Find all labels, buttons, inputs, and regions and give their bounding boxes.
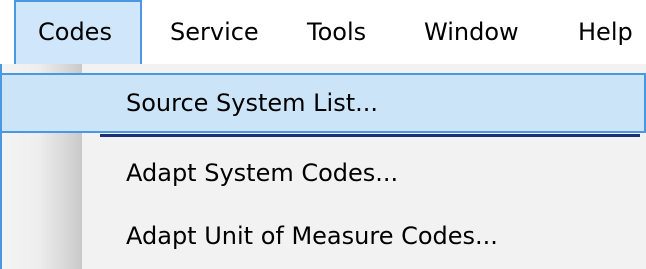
menu-help[interactable]: Help [578,0,633,64]
menu-separator [100,134,640,137]
menu-item-adapt-system-codes[interactable]: Adapt System Codes... [0,146,646,200]
menu-item-adapt-unit-of-measure-codes[interactable]: Adapt Unit of Measure Codes... [0,209,646,263]
menu-item-label: Source System List... [126,89,379,117]
menu-service[interactable]: Service [170,0,259,64]
menu-item-label: Adapt System Codes... [126,159,399,187]
menu-item-label: Adapt Unit of Measure Codes... [126,222,498,250]
menu-window[interactable]: Window [424,0,519,64]
menu-tools[interactable]: Tools [307,0,366,64]
menu-codes[interactable]: Codes [14,0,142,64]
menu-item-source-system-list[interactable]: Source System List... [2,73,646,133]
menu-bar: Codes Service Tools Window Help [0,0,646,64]
application-window: Codes Service Tools Window Help Source S… [0,0,646,269]
codes-dropdown-menu: Source System List... Adapt System Codes… [0,64,646,269]
